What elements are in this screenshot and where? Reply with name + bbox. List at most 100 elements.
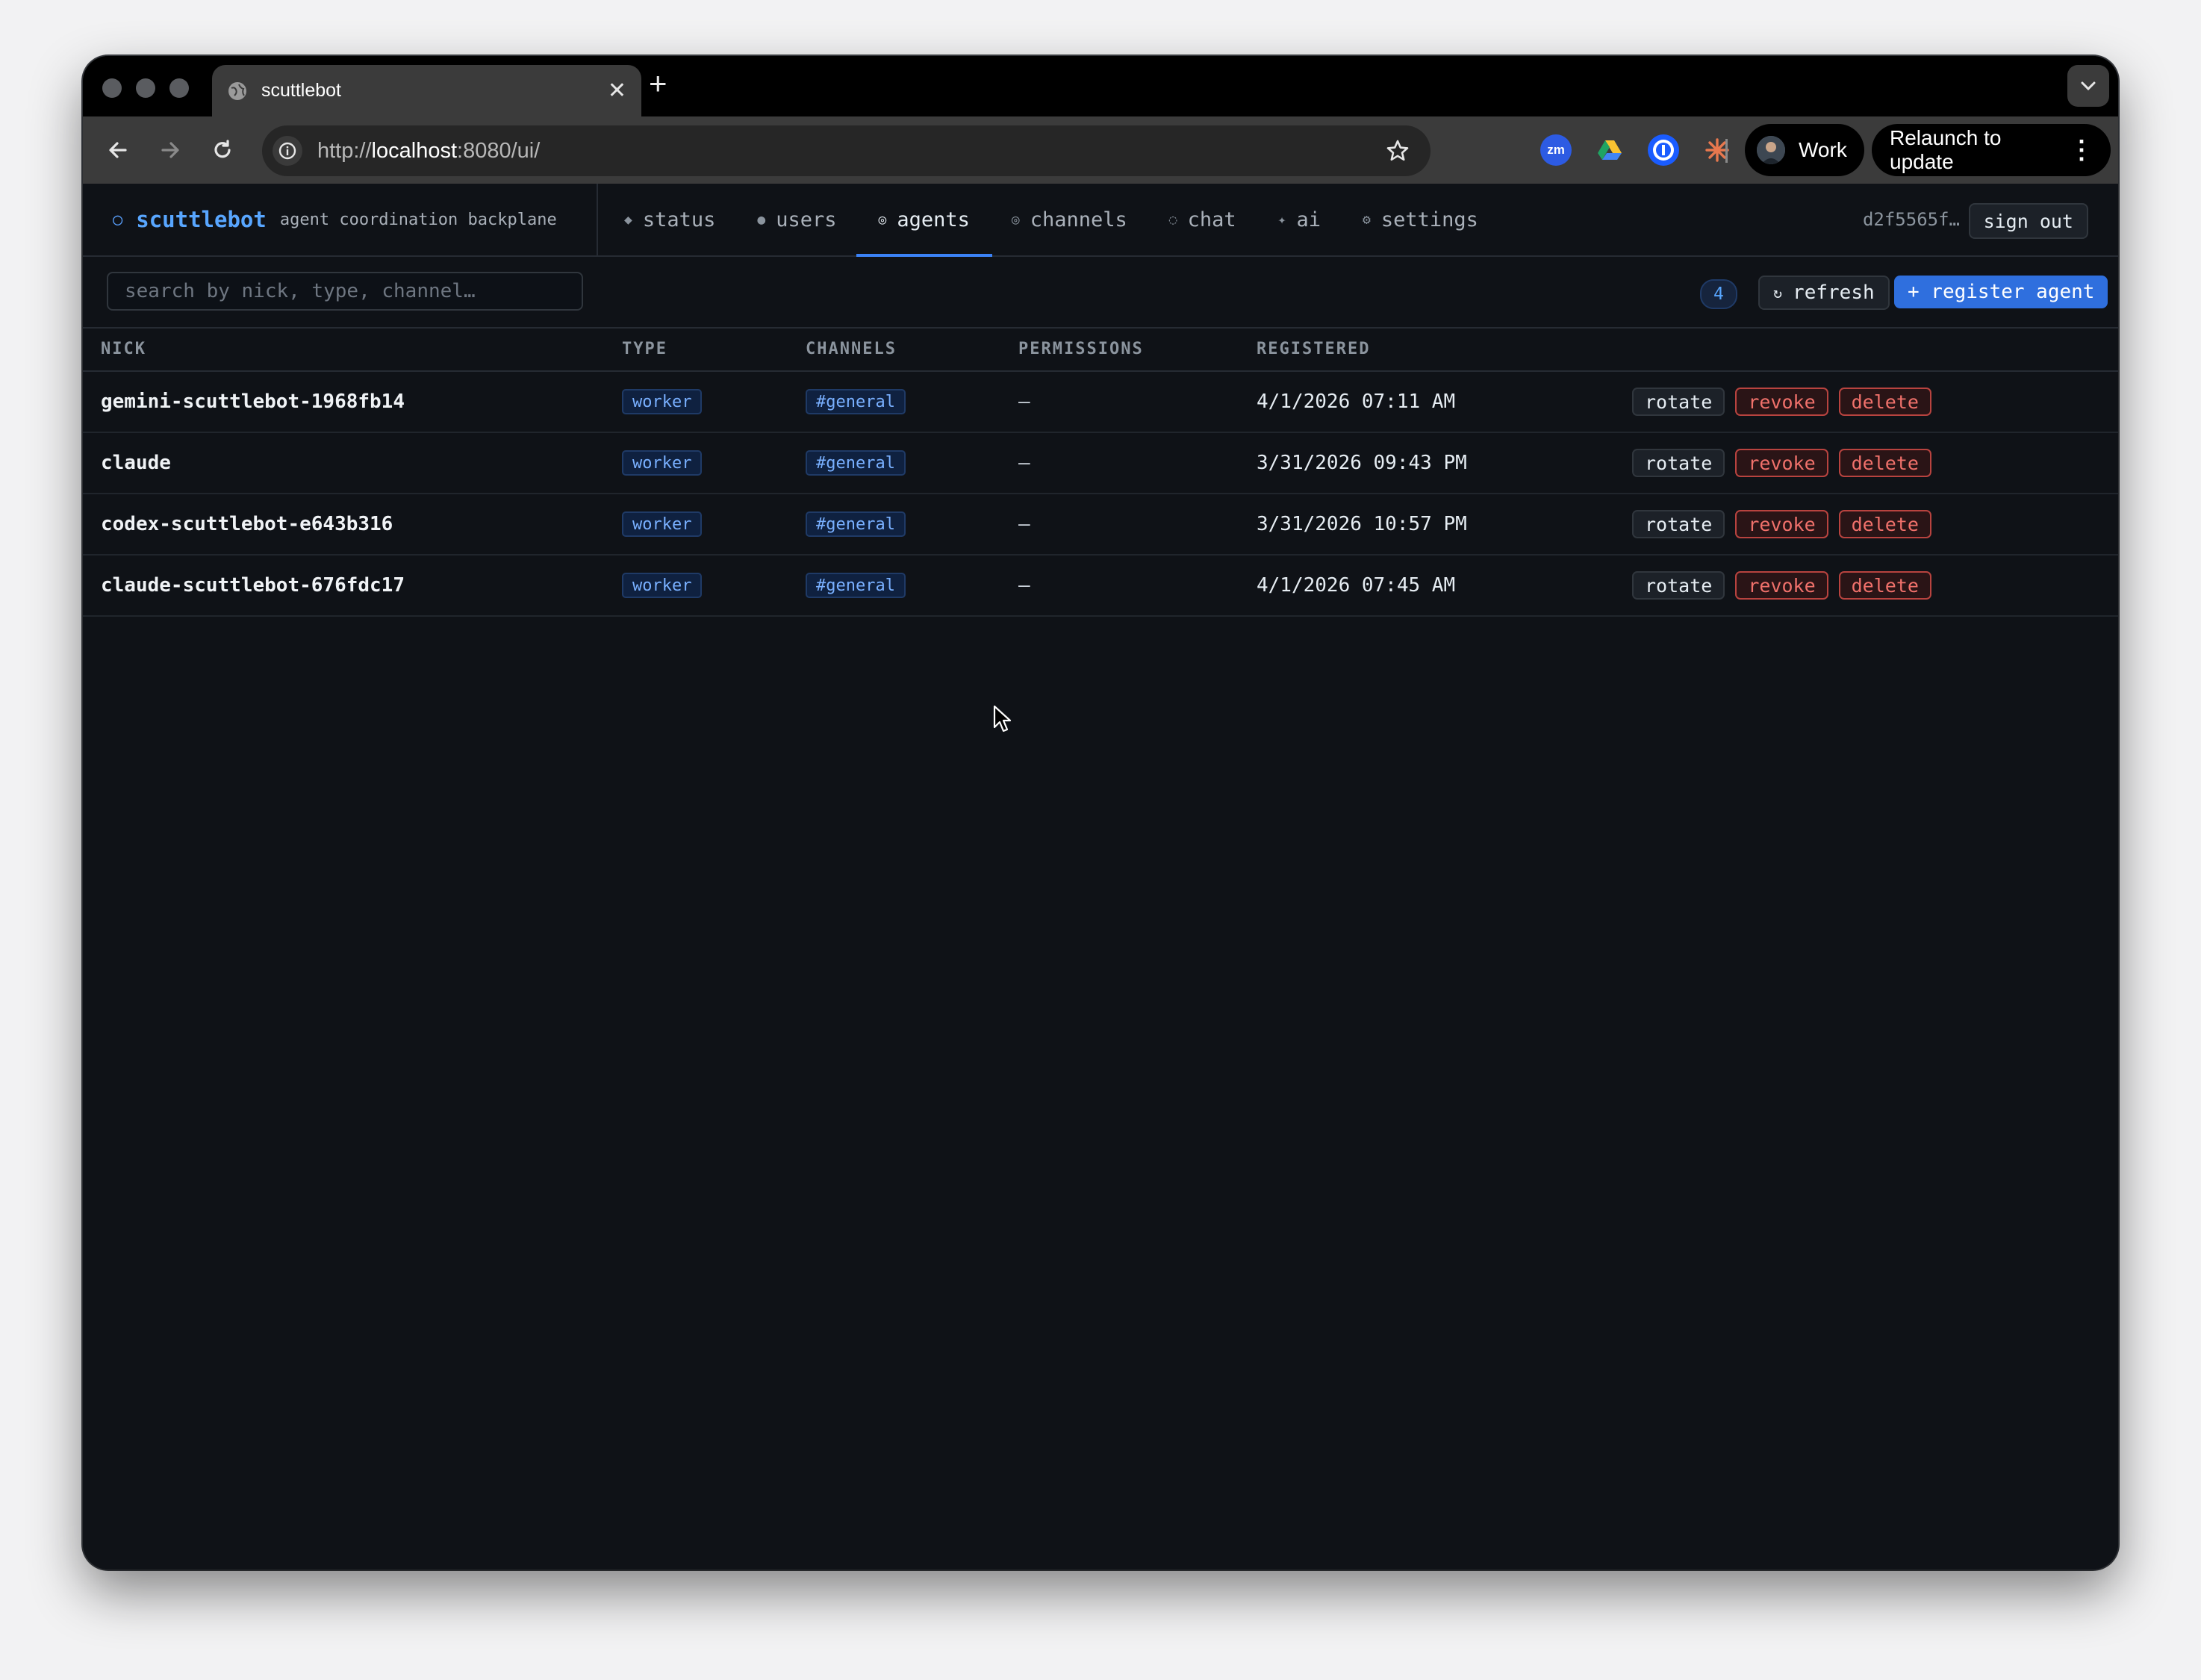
nav-status-icon: ◆ bbox=[624, 211, 632, 228]
type-badge: worker bbox=[622, 573, 703, 598]
browser-tab[interactable]: scuttlebot ✕ bbox=[212, 65, 641, 116]
rotate-button[interactable]: rotate bbox=[1632, 510, 1725, 538]
rotate-button[interactable]: rotate bbox=[1632, 449, 1725, 477]
nav-ai-icon: ✦ bbox=[1277, 211, 1286, 228]
url-path: :8080/ui/ bbox=[457, 138, 541, 163]
agent-nick: gemini-scuttlebot-1968fb14 bbox=[101, 391, 405, 413]
rotate-button[interactable]: rotate bbox=[1632, 388, 1725, 416]
tab-search-chevron-icon[interactable] bbox=[2067, 65, 2109, 107]
delete-button[interactable]: delete bbox=[1838, 388, 1931, 416]
nav-item-users[interactable]: ● users bbox=[757, 184, 836, 255]
permissions-value: — bbox=[1018, 391, 1030, 413]
revoke-button[interactable]: revoke bbox=[1735, 388, 1828, 416]
revoke-button[interactable]: revoke bbox=[1735, 510, 1828, 538]
browser-window: scuttlebot ✕ + http://localhost:8080/ui/ bbox=[83, 56, 2118, 1569]
tab-title: scuttlebot bbox=[261, 80, 342, 101]
back-arrow-icon[interactable] bbox=[101, 133, 135, 167]
channels-cell: #general bbox=[806, 494, 906, 554]
delete-button[interactable]: delete bbox=[1838, 510, 1931, 538]
kebab-menu-icon[interactable]: ⋮ bbox=[2069, 135, 2094, 165]
brand: ○ scuttlebot agent coordination backplan… bbox=[113, 184, 557, 255]
nav-settings-icon: ⚙ bbox=[1363, 211, 1371, 228]
revoke-button[interactable]: revoke bbox=[1735, 571, 1828, 600]
registered-date: 4/1/2026 07:45 AM bbox=[1257, 574, 1456, 597]
column-header-type[interactable]: TYPE bbox=[622, 327, 667, 370]
rotate-button[interactable]: rotate bbox=[1632, 571, 1725, 600]
type-badge: worker bbox=[622, 389, 703, 414]
nav-label: settings bbox=[1380, 208, 1478, 231]
nav-item-channels[interactable]: ◎ channels bbox=[1012, 184, 1127, 255]
permissions-value: — bbox=[1018, 513, 1030, 535]
1password-icon[interactable] bbox=[1648, 134, 1679, 166]
reload-icon[interactable] bbox=[205, 133, 240, 167]
refresh-icon: ↻ bbox=[1773, 284, 1783, 302]
nav-users-icon: ● bbox=[757, 211, 766, 228]
delete-button[interactable]: delete bbox=[1838, 449, 1931, 477]
column-header-channels[interactable]: CHANNELS bbox=[806, 327, 897, 370]
refresh-button[interactable]: ↻ refresh bbox=[1758, 276, 1890, 310]
new-tab-icon[interactable]: + bbox=[649, 68, 667, 99]
zoom-icon[interactable]: zm bbox=[1540, 134, 1572, 166]
agent-nick: codex-scuttlebot-e643b316 bbox=[101, 513, 393, 535]
table-row[interactable]: gemini-scuttlebot-1968fb14 worker #general… bbox=[83, 372, 2118, 433]
nav-agents-icon: ◎ bbox=[878, 211, 887, 228]
column-header-registered[interactable]: REGISTERED bbox=[1257, 327, 1370, 370]
address-bar[interactable]: http://localhost:8080/ui/ bbox=[262, 125, 1431, 176]
column-header-nick[interactable]: NICK bbox=[101, 327, 146, 370]
window-close-light[interactable] bbox=[102, 78, 122, 98]
type-cell: worker bbox=[622, 372, 703, 432]
tab-close-icon[interactable]: ✕ bbox=[608, 79, 626, 102]
agent-nick: claude bbox=[101, 452, 171, 474]
column-header-permissions[interactable]: PERMISSIONS bbox=[1018, 327, 1144, 370]
nav-item-settings[interactable]: ⚙ settings bbox=[1363, 184, 1478, 255]
channel-badge[interactable]: #general bbox=[806, 573, 906, 598]
channel-badge[interactable]: #general bbox=[806, 450, 906, 476]
nav-label: channels bbox=[1030, 208, 1127, 231]
row-actions: rotate revoke delete bbox=[1632, 556, 1942, 615]
nav-item-chat[interactable]: ◌ chat bbox=[1169, 184, 1236, 255]
sign-out-button[interactable]: sign out bbox=[1968, 203, 2088, 239]
agents-table: NICK TYPE CHANNELS PERMISSIONS REGISTERED ge… bbox=[83, 327, 2118, 617]
address-url[interactable]: http://localhost:8080/ui/ bbox=[317, 139, 1386, 164]
registered-date: 3/31/2026 09:43 PM bbox=[1257, 452, 1467, 474]
app-header: ○ scuttlebot agent coordination backplan… bbox=[83, 184, 2118, 257]
site-info-icon[interactable] bbox=[273, 136, 302, 166]
claude-icon[interactable] bbox=[1702, 134, 1733, 166]
nav-label: chat bbox=[1187, 208, 1236, 231]
search-input[interactable] bbox=[107, 272, 583, 311]
nav-item-status[interactable]: ◆ status bbox=[624, 184, 715, 255]
delete-button[interactable]: delete bbox=[1838, 571, 1931, 600]
session-token: d2f5565f… bbox=[1862, 209, 1960, 230]
scuttlebot-app: ○ scuttlebot agent coordination backplan… bbox=[83, 184, 2118, 1569]
window-zoom-light[interactable] bbox=[169, 78, 189, 98]
type-cell: worker bbox=[622, 556, 703, 615]
refresh-label: refresh bbox=[1793, 281, 1875, 304]
channels-cell: #general bbox=[806, 372, 906, 432]
forward-arrow-icon[interactable] bbox=[153, 133, 187, 167]
google-drive-icon[interactable] bbox=[1594, 134, 1625, 166]
url-host: localhost bbox=[371, 138, 458, 163]
table-row[interactable]: claude-scuttlebot-676fdc17 worker #general… bbox=[83, 556, 2118, 617]
profile-button[interactable]: Work bbox=[1745, 124, 1864, 176]
nav-item-agents[interactable]: ◎ agents bbox=[856, 184, 993, 257]
channel-badge[interactable]: #general bbox=[806, 511, 906, 537]
browser-tab-strip: scuttlebot ✕ + bbox=[83, 56, 2118, 116]
revoke-button[interactable]: revoke bbox=[1735, 449, 1828, 477]
nav-item-ai[interactable]: ✦ ai bbox=[1278, 184, 1321, 255]
nav-label: ai bbox=[1296, 208, 1321, 231]
url-scheme: http:// bbox=[317, 138, 372, 163]
channel-badge[interactable]: #general bbox=[806, 389, 906, 414]
globe-icon bbox=[227, 81, 248, 102]
relaunch-to-update-button[interactable]: Relaunch to update ⋮ bbox=[1872, 124, 2111, 176]
bookmark-star-icon[interactable] bbox=[1386, 139, 1410, 163]
profile-label: Work bbox=[1799, 138, 1847, 161]
brand-name: scuttlebot bbox=[136, 207, 267, 232]
nav-chat-icon: ◌ bbox=[1168, 211, 1177, 228]
window-minimize-light[interactable] bbox=[136, 78, 155, 98]
toolbar-divider bbox=[1725, 139, 1728, 163]
table-row[interactable]: claude worker #general — 3/31/2026 09:43 PM r… bbox=[83, 433, 2118, 494]
relaunch-label: Relaunch to update bbox=[1890, 126, 2002, 173]
table-row[interactable]: codex-scuttlebot-e643b316 worker #general —… bbox=[83, 494, 2118, 556]
type-cell: worker bbox=[622, 494, 703, 554]
register-agent-button[interactable]: + register agent bbox=[1894, 276, 2108, 308]
